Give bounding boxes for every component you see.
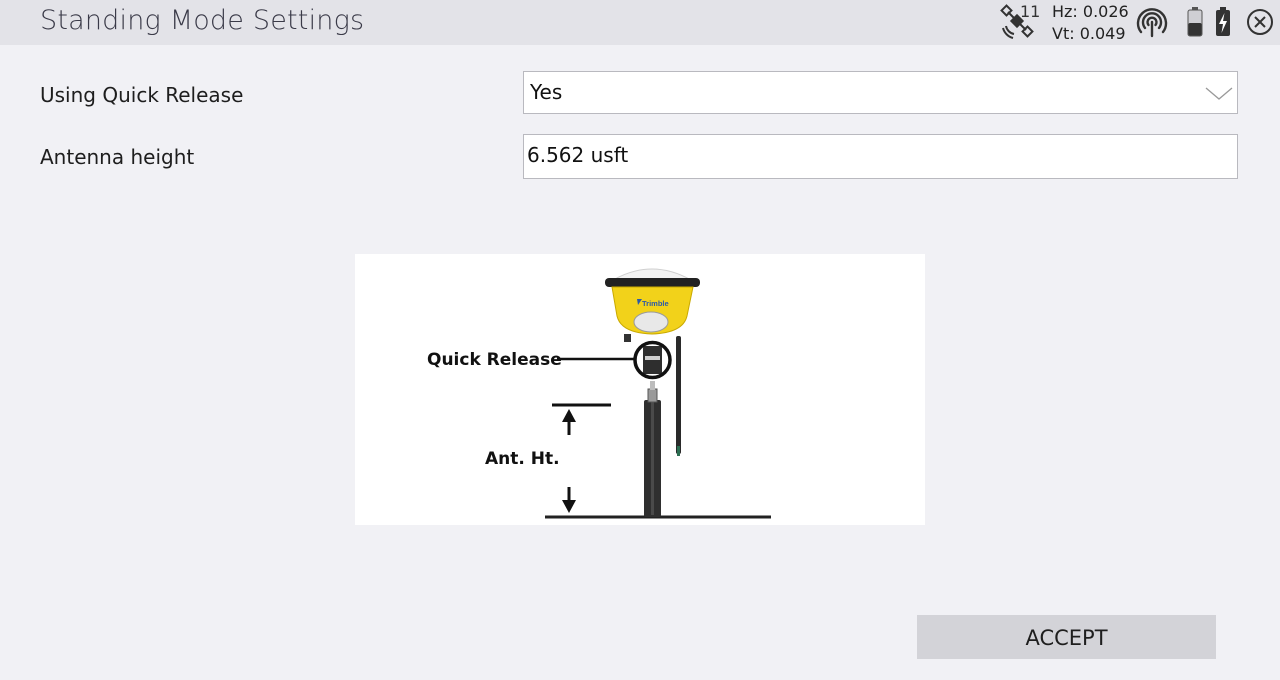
radio-antenna: [676, 336, 681, 454]
ant-ht-callout: Ant. Ht.: [485, 449, 560, 469]
battery-charging-icon[interactable]: [1213, 6, 1233, 38]
antenna-setup-diagram: Trimble Quick Release Ant. Ht.: [355, 254, 925, 525]
arrow-up-icon: [562, 409, 576, 422]
close-icon[interactable]: [1245, 7, 1275, 37]
satellite-count: 11: [1020, 2, 1041, 21]
antenna-height-label: Antenna height: [40, 145, 195, 169]
brand-logo: Trimble: [642, 299, 669, 308]
radio-signal-icon[interactable]: [1136, 6, 1168, 38]
quick-release-dropdown[interactable]: Yes: [523, 71, 1238, 114]
pole-tip: [647, 388, 658, 403]
diagram-illustration: Trimble Quick Release Ant. Ht.: [427, 268, 771, 519]
battery-icon[interactable]: [1185, 6, 1205, 38]
vt-precision: Vt: 0.049: [1052, 24, 1126, 43]
antenna-height-input[interactable]: 6.562 usft: [523, 134, 1238, 179]
title-bar: Standing Mode Settings 11 Hz: 0.026 Vt: …: [0, 0, 1280, 45]
hz-precision: Hz: 0.026: [1052, 2, 1129, 21]
antenna-height-value: 6.562 usft: [527, 143, 629, 167]
quick-release-value: Yes: [530, 80, 563, 104]
accept-button[interactable]: ACCEPT: [917, 615, 1216, 659]
quick-release-callout: Quick Release: [427, 350, 562, 370]
page-title: Standing Mode Settings: [40, 5, 365, 36]
arrow-down-icon: [562, 500, 576, 513]
quick-release-label: Using Quick Release: [40, 83, 244, 107]
chevron-down-icon: [1205, 87, 1233, 100]
precision-readout[interactable]: Hz: 0.026 Vt: 0.049: [1052, 1, 1129, 45]
receiver-rim: [605, 278, 700, 287]
